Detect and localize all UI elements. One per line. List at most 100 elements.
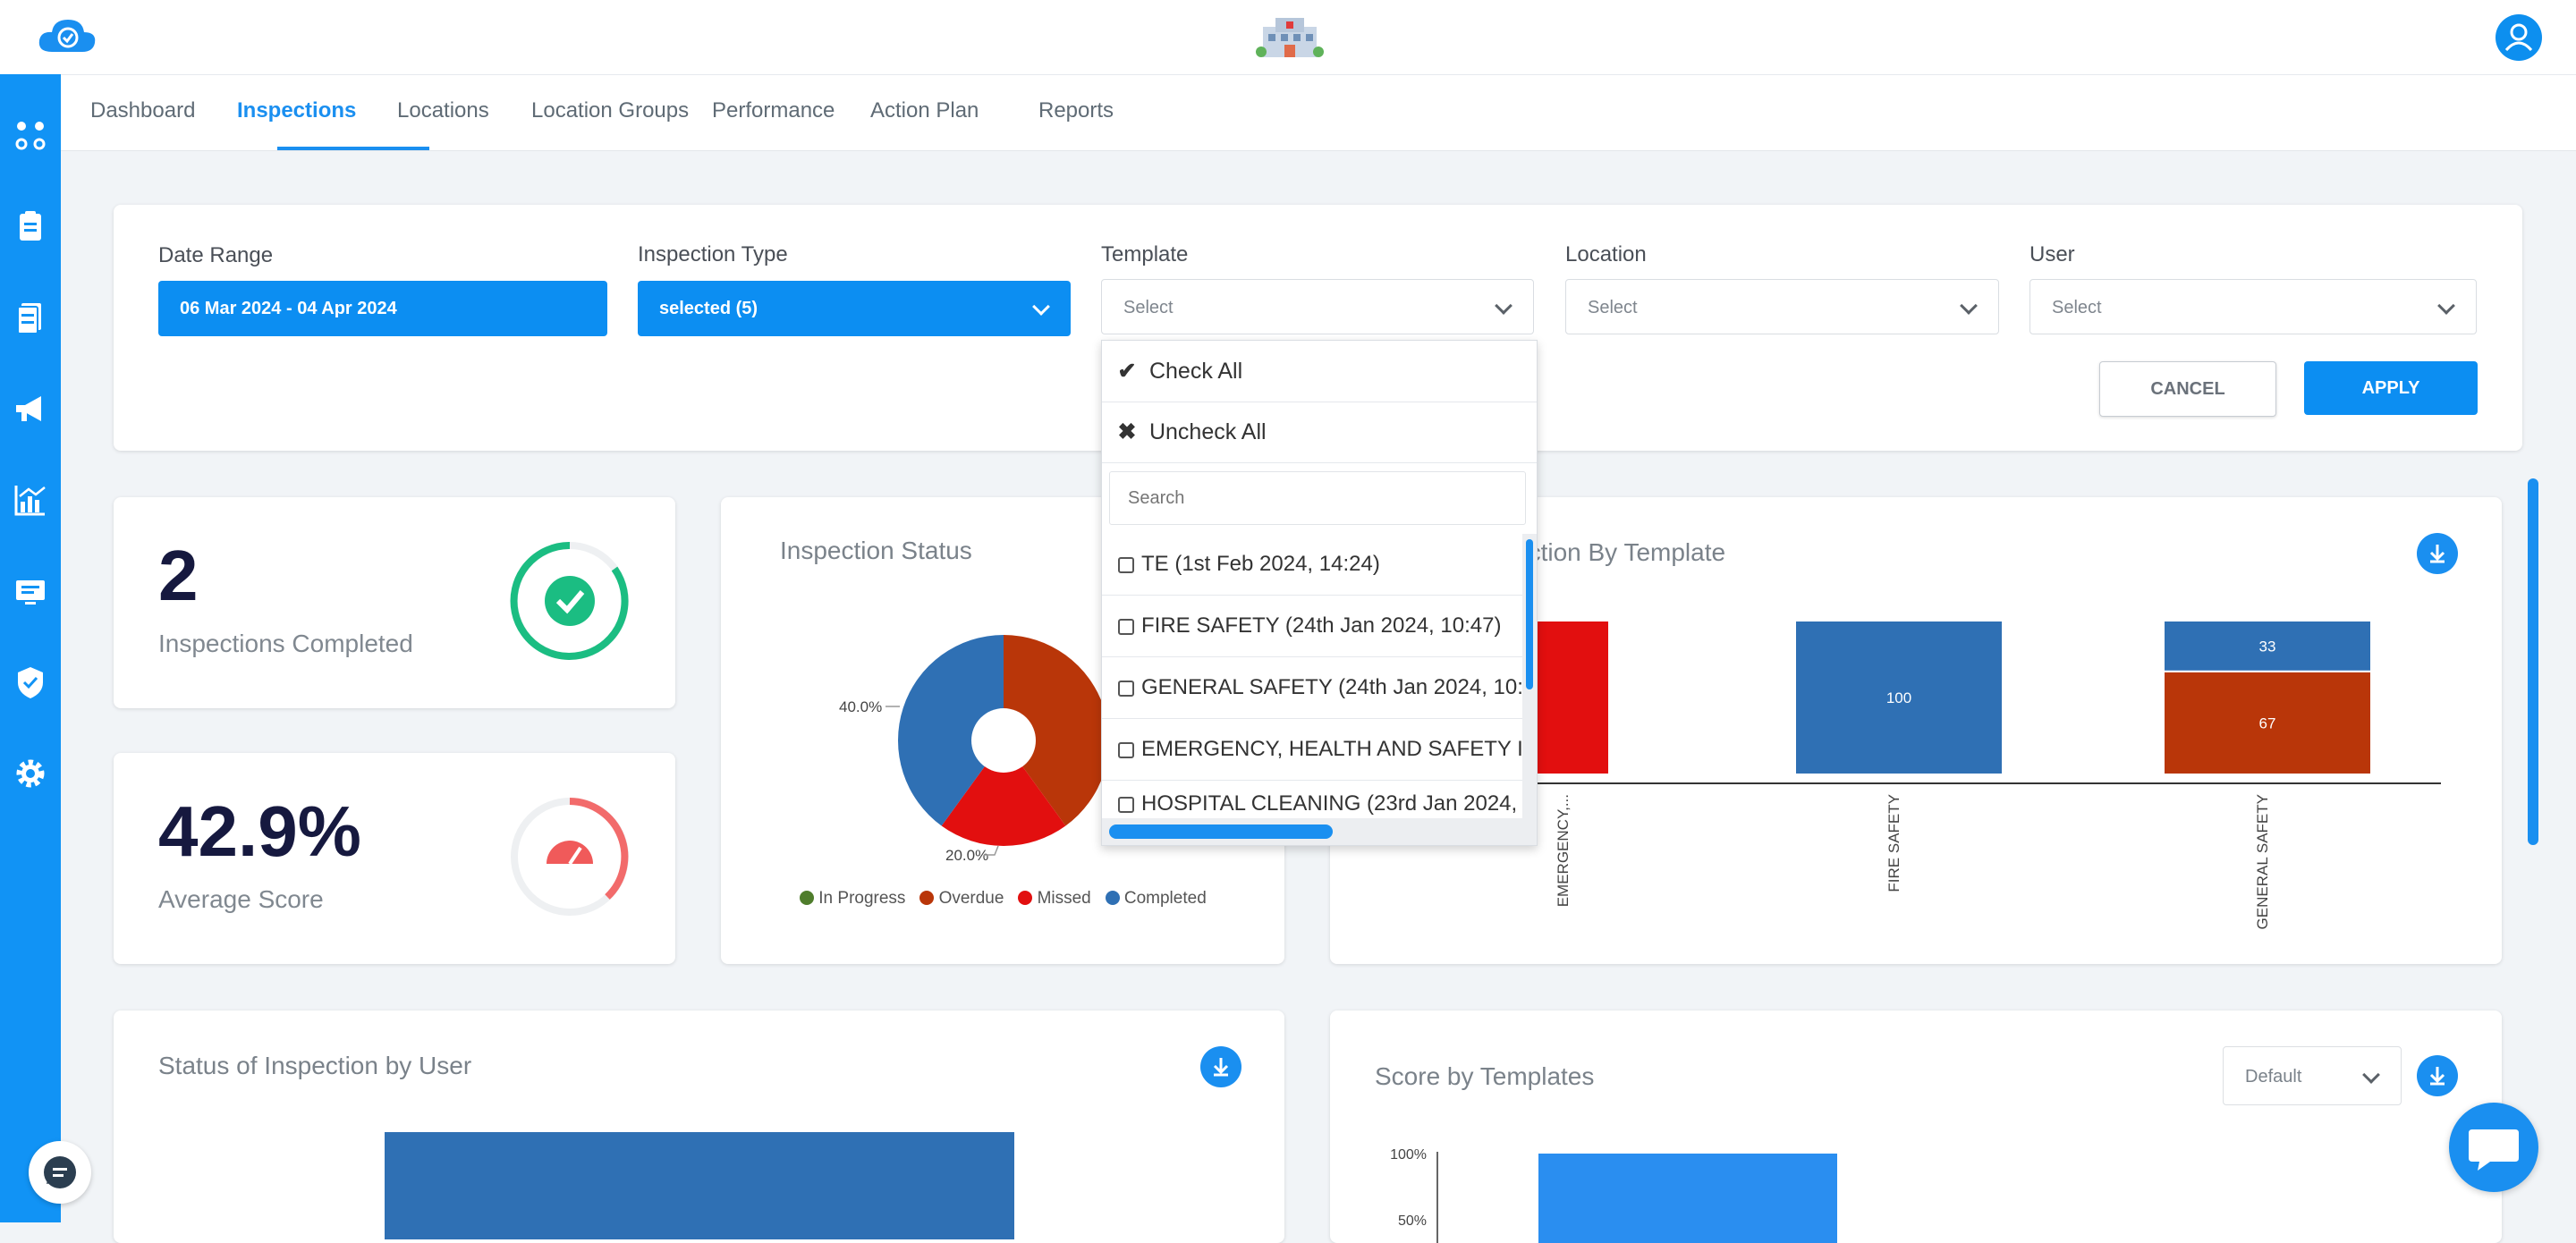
page-scrollbar[interactable] (2528, 478, 2538, 845)
score-by-templates-card: Score by Templates Default 100% 50% (1330, 1010, 2502, 1243)
checkbox[interactable] (1118, 796, 1134, 813)
bar-value-label: 67 (2259, 715, 2276, 731)
x-tick-label: EMERGENCY,... (1555, 794, 1572, 907)
template-option-label: HOSPITAL CLEANING (23rd Jan 2024, 1 (1141, 791, 1522, 816)
y-tick-label: 50% (1398, 1213, 1427, 1229)
template-select[interactable]: Select (1101, 279, 1534, 334)
user-select[interactable]: Select (2029, 279, 2477, 334)
scrollbar-thumb[interactable] (1526, 539, 1533, 689)
legend-completed: Completed (1123, 889, 1207, 908)
scrollbar-thumb[interactable] (1109, 824, 1333, 839)
checkbox[interactable] (1118, 741, 1134, 758)
location-label: Location (1565, 242, 1647, 266)
tab-reports[interactable]: Reports (1038, 75, 1114, 150)
template-search-input[interactable] (1109, 471, 1526, 525)
message-icon (2469, 1129, 2519, 1171)
average-value: 42.9% (158, 791, 361, 871)
template-option[interactable]: TE (1st Feb 2024, 14:24) (1102, 534, 1522, 596)
cloud-logo-icon[interactable] (36, 16, 98, 55)
template-option-label: EMERGENCY, HEALTH AND SAFETY INF (1141, 737, 1522, 761)
megaphone-icon[interactable] (13, 391, 48, 427)
legend-overdue: Overdue (938, 889, 1004, 908)
active-tab-indicator (277, 147, 429, 150)
template-option[interactable]: FIRE SAFETY (24th Jan 2024, 10:47) (1102, 596, 1522, 657)
checkbox[interactable] (1118, 680, 1134, 697)
template-option-label: FIRE SAFETY (24th Jan 2024, 10:47) (1141, 613, 1502, 638)
x-tick-label: FIRE SAFETY (1885, 794, 1902, 892)
sidebar (0, 74, 61, 1222)
pie-legend: In Progress Overdue Missed Completed (800, 889, 1207, 909)
bar-value-label: 33 (2259, 638, 2276, 655)
status-by-user-card: Status of Inspection by User (114, 1010, 1284, 1243)
chart-icon[interactable] (13, 482, 48, 518)
date-range-label: Date Range (158, 243, 274, 267)
completed-label: Inspections Completed (158, 630, 413, 657)
speedometer-icon (511, 798, 629, 916)
gear-icon[interactable] (13, 756, 48, 791)
user-avatar-icon[interactable] (2496, 14, 2542, 61)
score-by-templates-bar-chart: 100% 50% (1390, 1147, 1837, 1243)
checkbox[interactable] (1118, 618, 1134, 635)
average-label: Average Score (158, 885, 324, 913)
check-circle-icon (510, 541, 629, 660)
inspections-completed-card: 2 Inspections Completed (114, 497, 675, 708)
support-chat-button[interactable] (2449, 1103, 2538, 1192)
tab-inspections[interactable]: Inspections (237, 75, 356, 150)
inspection-type-value: selected (5) (659, 299, 758, 318)
legend-swatch-missed (1018, 891, 1033, 905)
uncheck-all-option[interactable]: ✖ Uncheck All (1102, 402, 1537, 463)
pie-label-bottom: 20.0% (945, 847, 988, 864)
document-icon[interactable] (13, 300, 48, 335)
building-logo-icon (1256, 18, 1324, 57)
tab-dashboard[interactable]: Dashboard (90, 75, 195, 150)
pie-label-left: 40.0% (839, 698, 882, 715)
legend-swatch-completed (1105, 891, 1120, 905)
date-range-field[interactable]: 06 Mar 2024 - 04 Apr 2024 (158, 281, 607, 336)
tab-locations[interactable]: Locations (397, 75, 489, 150)
shield-icon[interactable] (13, 664, 48, 700)
training-icon[interactable] (13, 573, 48, 609)
template-value: Select (1123, 298, 1174, 317)
location-select[interactable]: Select (1565, 279, 1999, 334)
check-all-label: Check All (1148, 359, 1243, 384)
chevron-down-icon (1032, 298, 1050, 316)
chevron-down-icon (1495, 297, 1513, 315)
inspection-type-select[interactable]: selected (5) (638, 281, 1071, 336)
legend-missed: Missed (1037, 889, 1091, 908)
x-tick-label: GENERAL SAFETY (2254, 794, 2271, 929)
user-status-bar (385, 1132, 1014, 1239)
status-by-user-title: Status of Inspection by User (158, 1052, 472, 1079)
template-option-label: GENERAL SAFETY (24th Jan 2024, 10:4 (1141, 675, 1522, 699)
user-value: Select (2052, 298, 2102, 317)
dashboard-icon[interactable] (13, 117, 48, 153)
tab-performance[interactable]: Performance (712, 75, 835, 150)
checkbox[interactable] (1118, 556, 1134, 573)
chat-bubble-button[interactable] (29, 1141, 91, 1204)
tab-action-plan[interactable]: Action Plan (870, 75, 979, 150)
template-option[interactable]: GENERAL SAFETY (24th Jan 2024, 10:4 (1102, 657, 1522, 719)
checkmark-icon: ✔ (1117, 359, 1137, 384)
cancel-button[interactable]: CANCEL (2099, 361, 2276, 417)
tab-bar: Dashboard Inspections Locations Location… (61, 75, 2576, 151)
apply-button[interactable]: APPLY (2304, 361, 2478, 415)
chat-icon (44, 1156, 76, 1188)
average-score-card: 42.9% Average Score (114, 753, 675, 964)
check-all-option[interactable]: ✔ Check All (1102, 341, 1537, 402)
bar-value-label: 100 (1886, 689, 1911, 706)
download-button[interactable] (1200, 1046, 1241, 1087)
dropdown-horizontal-scrollbar[interactable] (1102, 818, 1537, 845)
tab-location-groups[interactable]: Location Groups (531, 75, 689, 150)
top-bar (0, 0, 2576, 75)
legend-swatch-in-progress (800, 891, 814, 905)
template-option-label: TE (1st Feb 2024, 14:24) (1141, 552, 1380, 576)
legend-in-progress: In Progress (818, 889, 906, 908)
download-icon (1213, 1058, 1229, 1077)
x-icon: ✖ (1117, 419, 1137, 444)
clipboard-icon[interactable] (13, 208, 48, 244)
completed-value: 2 (158, 536, 199, 615)
template-option[interactable]: HOSPITAL CLEANING (23rd Jan 2024, 1 (1102, 781, 1522, 820)
y-tick-label: 100% (1390, 1147, 1427, 1163)
dropdown-vertical-scrollbar[interactable] (1522, 534, 1537, 818)
legend-swatch-overdue (919, 891, 935, 905)
template-option[interactable]: EMERGENCY, HEALTH AND SAFETY INF (1102, 719, 1522, 781)
